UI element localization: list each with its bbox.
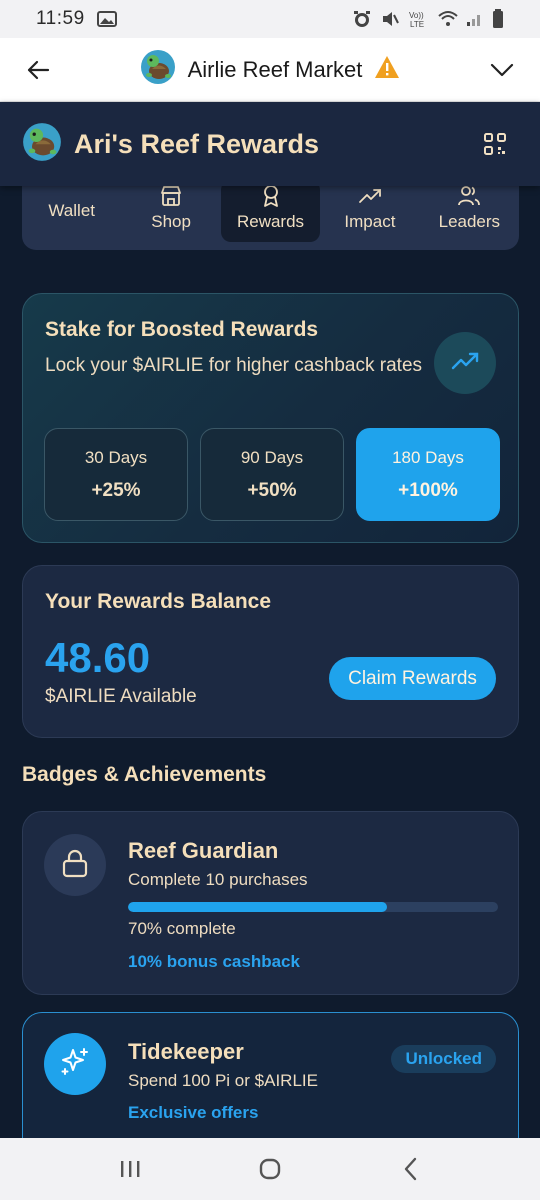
status-time: 11:59 [36,8,85,29]
tab-label: Impact [344,212,396,231]
badge-name: Tidekeeper [128,1039,244,1064]
tab-label: Shop [151,212,191,231]
badge-description: Spend 100 Pi or $AIRLIE [128,1071,318,1090]
signal-icon [467,15,480,26]
stake-card: Stake for Boosted Rewards Lock your $AIR… [22,293,519,543]
tab-rewards[interactable]: Rewards [220,180,321,242]
wifi-icon [438,11,458,26]
stake-options: 30 Days +25% 90 Days +50% 180 Days +100% [44,428,500,521]
status-badge: Unlocked [391,1045,496,1073]
browser-title-group: Airlie Reef Market [52,49,488,90]
lock-icon [61,848,89,883]
stake-option-days: 180 Days [392,447,464,467]
badge-bonus: Exclusive offers [128,1103,259,1122]
stake-title: Stake for Boosted Rewards [45,318,319,341]
stake-option-pct: +50% [247,479,297,501]
svg-text:LTE: LTE [410,20,424,29]
app-header: Ari's Reef Rewards [0,102,540,186]
gallery-icon [96,11,117,27]
trending-up-icon [358,184,382,208]
stake-option-90[interactable]: 90 Days +50% [200,428,344,521]
tab-label: Leaders [438,212,501,231]
app-title: Ari's Reef Rewards [74,128,320,159]
stake-option-180[interactable]: 180 Days +100% [356,428,500,521]
tab-label: Wallet [48,201,95,220]
badges-section-title: Badges & Achievements [22,763,267,786]
home-icon[interactable] [250,1149,290,1189]
turtle-logo [140,49,176,90]
battery-icon [493,9,503,28]
system-nav-bar [0,1138,540,1200]
chevron-down-icon[interactable] [488,56,516,84]
stake-trend-button[interactable] [434,332,496,394]
badge-icon-circle [44,1033,106,1095]
status-icons: Vo)) LTE [352,9,504,29]
badge-progress-bar [128,902,498,912]
stake-option-pct: +25% [91,479,141,501]
store-icon [160,184,182,208]
users-icon [457,184,481,208]
warning-icon[interactable] [374,55,400,84]
browser-bar: Airlie Reef Market [0,38,540,102]
badge-progress-fill [128,902,387,912]
tab-label: Rewards [236,212,305,231]
qr-code-icon[interactable] [484,133,506,155]
badge-card[interactable]: Reef Guardian Complete 10 purchases 70% … [22,811,519,995]
browser-site-title: Airlie Reef Market [187,56,363,82]
badge-bonus: 10% bonus cashback [128,952,300,971]
rewards-balance-card: Your Rewards Balance 48.60 $AIRLIE Avail… [22,565,519,738]
badge-description: Complete 10 purchases [128,870,308,889]
alarm-icon [354,11,370,27]
back-icon[interactable] [390,1149,430,1189]
sparkles-icon [59,1046,91,1083]
trending-up-icon [451,352,479,375]
badge-name: Reef Guardian [128,838,279,863]
stake-option-days: 30 Days [84,447,148,467]
status-bar: 11:59 Vo)) LTE [0,0,540,38]
volte-icon: Vo))LTE [409,11,424,29]
turtle-logo [22,122,62,167]
mute-icon [383,12,399,26]
stake-option-pct: +100% [398,479,458,501]
back-arrow-icon[interactable] [24,56,52,84]
stake-subtitle: Lock your $AIRLIE for higher cashback ra… [45,355,423,376]
award-icon [261,184,281,208]
stake-option-30[interactable]: 30 Days +25% [44,428,188,521]
claim-rewards-button[interactable]: Claim Rewards [329,657,496,700]
balance-title: Your Rewards Balance [45,590,272,613]
stake-option-days: 90 Days [240,447,304,467]
badge-icon-circle [44,834,106,896]
badge-progress-text: 70% complete [128,919,236,938]
recent-apps-icon[interactable] [110,1149,150,1189]
svg-text:Vo)): Vo)) [409,11,424,20]
